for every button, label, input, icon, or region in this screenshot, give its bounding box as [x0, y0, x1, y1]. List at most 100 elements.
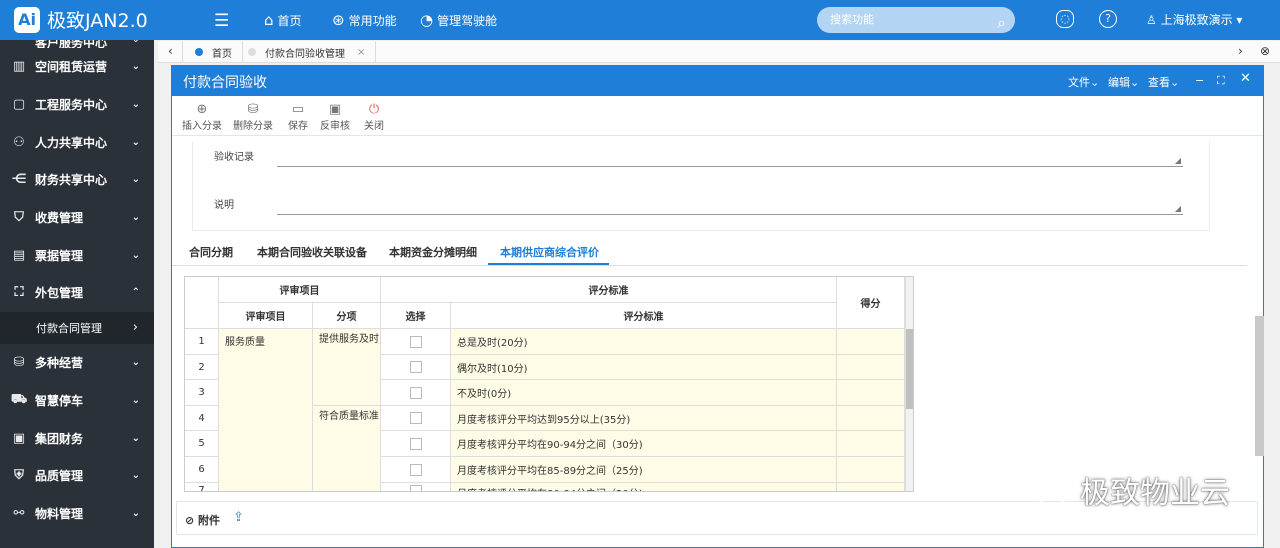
unaudit-button[interactable]: ▣ 反审核	[320, 102, 350, 132]
app-logo[interactable]: Ai 极致JAN2.0	[14, 6, 148, 33]
menu-toggle-icon[interactable]: ☰	[214, 11, 229, 31]
tab-home-dot	[195, 48, 203, 56]
insert-entry-button[interactable]: ⊕ 插入分录	[182, 102, 222, 132]
search-icon[interactable]: ⌕	[997, 10, 1006, 36]
cell-standard: 月度考核评分平均在85-89分之间（25分)	[451, 457, 837, 483]
cell-score[interactable]	[837, 406, 905, 431]
tab-next-icon[interactable]: ›	[1238, 44, 1243, 58]
paperclip-icon: ⊘	[185, 514, 199, 527]
minimize-icon[interactable]: −	[1195, 74, 1204, 87]
chevron-down-icon: ⌄	[132, 40, 140, 45]
column-header-standard[interactable]: 评分标准	[451, 303, 837, 329]
sidebar-item-label: 收费管理	[35, 211, 84, 226]
checkbox[interactable]	[409, 361, 422, 373]
tab-prev-icon[interactable]: ‹	[168, 44, 173, 58]
checkbox[interactable]	[409, 463, 422, 476]
sidebar-item-group-finance[interactable]: ▣ 集团财务 ⌄	[0, 419, 154, 457]
cell-select[interactable]	[381, 457, 451, 483]
nav-cockpit[interactable]: ◔ 管理驾驶舱	[420, 11, 497, 29]
sidebar-item-outsourcing[interactable]: ⛶ 外包管理 ⌃	[0, 274, 154, 312]
receipt-icon: ▤	[12, 247, 26, 263]
sidebar-subitem-payment-contracts[interactable]: 付款合同管理 ›	[0, 311, 154, 344]
close-all-icon[interactable]: ⊗	[1260, 44, 1270, 58]
sidebar-item-diversified[interactable]: ⛁ 多种经营 ⌄	[0, 344, 154, 382]
sidebar-item-partial[interactable]: 客户服务中心 ⌄	[0, 40, 154, 48]
apple-icon[interactable]: ◌	[1056, 10, 1074, 28]
chevron-down-icon: ⌄	[131, 432, 140, 444]
tab-home[interactable]: 首页	[182, 41, 243, 63]
menu-edit[interactable]: 编辑⌄	[1108, 74, 1139, 90]
chevron-down-icon: ⌄	[131, 61, 140, 73]
sidebar-item-quality[interactable]: ⛨ 品质管理 ⌄	[0, 457, 154, 495]
cell-select[interactable]	[381, 329, 451, 355]
tab-related-equipment[interactable]: 本期合同验收关联设备	[257, 244, 367, 260]
search-input[interactable]: 搜索功能 ⌕	[817, 7, 1015, 33]
user-menu[interactable]: ♙ 上海极致演示 ▾	[1146, 11, 1242, 28]
nav-home[interactable]: ⌂ 首页	[264, 11, 302, 29]
cell-score[interactable]	[837, 329, 905, 355]
sidebar-item-receipts[interactable]: ▤ 票据管理 ⌄	[0, 236, 154, 274]
cell-review-item[interactable]: 服务质量	[219, 329, 313, 491]
cell-select[interactable]	[381, 406, 451, 431]
tab-supplier-evaluation[interactable]: 本期供应商综合评价	[500, 244, 599, 260]
cell-select[interactable]	[381, 380, 451, 406]
cell-score[interactable]	[837, 431, 905, 457]
sidebar-item-engineering[interactable]: ▢ 工程服务中心 ⌄	[0, 86, 154, 124]
tab-payment-acceptance[interactable]: 付款合同验收管理 ×	[236, 41, 377, 63]
column-header-item[interactable]: 评审项目	[219, 303, 313, 329]
grid-scrollbar-thumb[interactable]	[906, 329, 913, 409]
cell-select[interactable]	[381, 483, 451, 491]
close-icon[interactable]: ✕	[1240, 71, 1251, 86]
column-header-select[interactable]: 选择	[381, 303, 451, 329]
sidebar-item-space-leasing[interactable]: ▥ 空间租赁运营 ⌄	[0, 48, 154, 86]
menu-view-label: 查看	[1148, 76, 1170, 89]
column-header-sub[interactable]: 分项	[313, 303, 381, 329]
cell-select[interactable]	[381, 431, 451, 457]
sidebar-item-finance-share[interactable]: ⋲ 财务共享中心 ⌄	[0, 161, 154, 199]
checkbox[interactable]	[409, 437, 422, 450]
tab-contract-installments[interactable]: 合同分期	[189, 244, 233, 260]
delete-entry-button[interactable]: ⛁ 删除分录	[233, 102, 273, 132]
sidebar-item-hr[interactable]: ⚇ 人力共享中心 ⌄	[0, 123, 154, 161]
tab-fund-allocation[interactable]: 本期资金分摊明细	[389, 244, 477, 260]
sidebar-item-materials[interactable]: ⚯ 物料管理 ⌄	[0, 495, 154, 533]
maximize-icon[interactable]: ⛶	[1217, 74, 1225, 88]
chevron-down-icon: ⌄	[131, 212, 140, 224]
cell-score[interactable]	[837, 483, 905, 491]
cell-select[interactable]	[381, 355, 451, 380]
checkbox[interactable]	[409, 335, 422, 348]
close-icon[interactable]: ×	[357, 47, 365, 58]
row-number: 3	[185, 380, 219, 406]
cell-subitem[interactable]: 符合质量标准	[313, 406, 381, 491]
cell-score[interactable]	[837, 457, 905, 483]
menu-view[interactable]: 查看⌄	[1148, 74, 1179, 90]
checkbox[interactable]	[409, 485, 422, 491]
home-icon: ⌂	[264, 11, 274, 29]
dialog-scrollbar-thumb[interactable]	[1255, 316, 1264, 456]
close-button[interactable]: ⏻ 关闭	[364, 102, 384, 132]
checkbox[interactable]	[409, 412, 422, 424]
help-icon[interactable]: ?	[1099, 10, 1117, 28]
sidebar-item-fees[interactable]: ⛉ 收费管理 ⌄	[0, 199, 154, 237]
grid-corner	[185, 277, 219, 329]
resize-handle-icon[interactable]: ◢	[1175, 204, 1181, 213]
row-number: 1	[185, 329, 219, 355]
row-number: 2	[185, 355, 219, 380]
checkbox[interactable]	[409, 386, 422, 399]
nav-common-functions[interactable]: ⊛ 常用功能	[332, 11, 397, 29]
resize-handle-icon[interactable]: ◢	[1175, 156, 1181, 165]
menu-file[interactable]: 文件⌄	[1068, 74, 1099, 90]
column-header-score[interactable]: 得分	[837, 277, 905, 329]
save-button[interactable]: ▭ 保存	[288, 102, 308, 132]
record-textarea[interactable]: ◢	[277, 141, 1183, 167]
cell-score[interactable]	[837, 380, 905, 406]
chevron-down-icon: ⌄	[131, 357, 140, 369]
app-title: 极致JAN2.0	[47, 10, 148, 32]
active-tab-indicator	[488, 263, 609, 265]
cell-score[interactable]	[837, 355, 905, 380]
cell-subitem[interactable]: 提供服务及时	[313, 329, 381, 406]
sidebar-item-parking[interactable]: ⛟ 智慧停车 ⌄	[0, 382, 154, 420]
note-textarea[interactable]: ◢	[277, 189, 1183, 215]
sidebar-item-label: 人力共享中心	[35, 135, 108, 150]
upload-icon[interactable]: ⇪	[233, 510, 244, 525]
